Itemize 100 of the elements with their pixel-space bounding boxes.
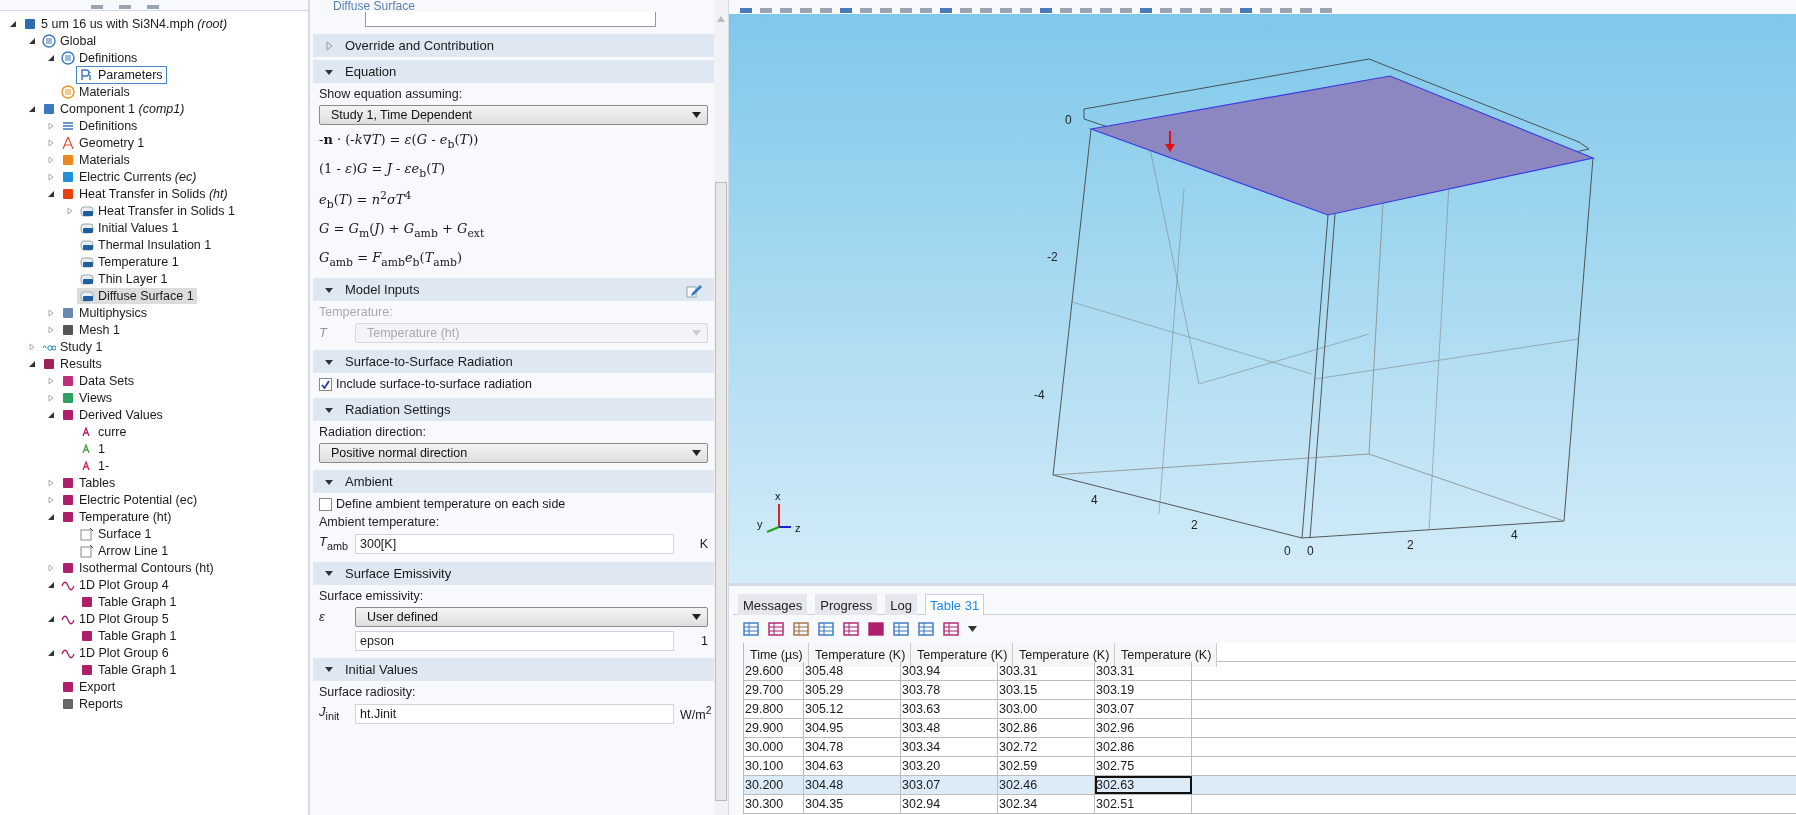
tree-item[interactable]: 1D Plot Group 4 [58,576,172,593]
table-tool-icon[interactable] [843,621,859,637]
scrollbar[interactable] [714,0,728,815]
tree-item[interactable]: Diffuse Surface 1 [77,287,197,304]
tree-item[interactable]: 1 [77,440,108,457]
tree-item[interactable]: Thin Layer 1 [77,270,171,287]
collapse-arrow-icon[interactable] [9,19,17,28]
collapse-arrow-icon[interactable] [47,512,55,521]
section-header[interactable]: Ambient [313,470,714,494]
scroll-up-arrow-icon[interactable] [717,16,725,22]
dropdown[interactable]: Positive normal direction [319,443,708,464]
tree-item[interactable]: Heat Transfer in Solids 1 [77,202,238,219]
tree-item[interactable]: Definitions [58,49,141,66]
tree-item[interactable]: Mesh 1 [58,321,123,338]
collapse-arrow-icon[interactable] [47,189,55,198]
toolbar-icon[interactable] [1319,8,1333,14]
column-header[interactable]: Temperature (K) [809,643,911,667]
toolbar-icon[interactable] [1139,8,1153,14]
collapse-arrow-icon[interactable] [28,36,36,45]
column-header[interactable]: Time (µs) [744,643,809,667]
table-tool-icon[interactable] [793,621,809,637]
table-tool-icon[interactable] [893,621,909,637]
tree-item[interactable]: Surface 1 [77,525,155,542]
toolbar-icon[interactable] [879,8,893,14]
section-header[interactable]: Model Inputs [313,278,714,302]
table-tool-icon[interactable] [768,621,784,637]
expand-arrow-icon[interactable] [66,206,74,215]
tree-item[interactable]: Thermal Insulation 1 [77,236,215,253]
highlighted-top-face[interactable] [1088,75,1596,216]
tree-item[interactable]: Electric Potential (ec) [58,491,201,508]
toolbar-icon[interactable] [799,8,813,14]
section-header[interactable]: Initial Values [313,657,714,681]
tree-item[interactable]: Table Graph 1 [77,661,180,678]
tree-item[interactable]: Views [58,389,116,406]
expand-arrow-icon[interactable] [47,376,55,385]
section-header[interactable]: Radiation Settings [313,398,714,422]
input-field[interactable]: epson [355,630,674,651]
tree-item[interactable]: Materials [58,83,133,100]
toolbar-icon[interactable] [819,8,833,14]
expand-arrow-icon[interactable] [47,138,55,147]
table-row[interactable]: 30.300 304.35 302.94 302.34 302.51 [744,795,1796,814]
toolbar-icon[interactable] [1099,8,1113,14]
input-field[interactable]: ht.Jinit [355,703,674,724]
toolbar-icon[interactable] [1019,8,1033,14]
scrollbar-thumb[interactable] [715,182,727,801]
toolbar-icon[interactable] [919,8,933,14]
table-row[interactable]: 30.200 304.48 303.07 302.46 302.63 [744,776,1796,795]
section-header[interactable]: Override and Contribution [313,34,714,57]
tree-item[interactable]: Export [58,678,119,695]
section-header[interactable]: Equation [313,60,714,83]
tree-item[interactable]: Materials [58,151,133,168]
table-row[interactable]: 29.900 304.95 303.48 302.86 302.96 [744,719,1796,738]
tree-item[interactable]: curre [77,423,130,440]
dropdown[interactable]: User defined [355,606,708,627]
expand-arrow-icon[interactable] [47,478,55,487]
panel-tab[interactable]: Log [885,594,917,615]
panel-tab[interactable]: Messages [738,594,808,615]
tree-item[interactable]: Reports [58,695,126,712]
toolbar-icon[interactable] [899,8,913,14]
expand-arrow-icon[interactable] [47,155,55,164]
tree-item[interactable]: Multiphysics [58,304,151,321]
toolbar-icon[interactable] [759,8,773,14]
toolbar-icon[interactable] [1159,8,1173,14]
tree-item[interactable]: Electric Currents (ec) [58,168,200,185]
tree-item[interactable]: Heat Transfer in Solids (ht) [58,185,231,202]
table-row[interactable]: 29.800 305.12 303.63 303.00 303.07 [744,700,1796,719]
table-tool-icon[interactable] [868,621,884,637]
toolbar-icon[interactable] [739,8,753,14]
toolbar-icon[interactable] [1259,8,1273,14]
dropdown-arrow-icon[interactable] [968,626,977,632]
tree-item[interactable]: Data Sets [58,372,137,389]
tree-item[interactable]: Global [39,32,100,49]
section-header[interactable]: Surface-to-Surface Radiation [313,350,714,374]
toolbar-icon[interactable] [1079,8,1093,14]
tree-item[interactable]: Parameters [77,66,166,83]
table-tool-icon[interactable] [943,621,959,637]
collapse-arrow-icon[interactable] [47,614,55,623]
table-row[interactable]: 30.000 304.78 303.34 302.72 302.86 [744,738,1796,757]
tree-item[interactable]: 1D Plot Group 6 [58,644,172,661]
dropdown[interactable]: Study 1, Time Dependent [319,105,708,125]
collapse-arrow-icon[interactable] [28,359,36,368]
toolbar-icon[interactable] [859,8,873,14]
tree-item[interactable]: Tables [58,474,119,491]
toolbar-icon[interactable] [1219,8,1233,14]
toolbar-icon[interactable] [1299,8,1313,14]
tree-item[interactable]: 1- [77,457,113,474]
collapse-arrow-icon[interactable] [47,410,55,419]
tree-item[interactable]: Definitions [58,117,141,134]
3d-box-view-drawing[interactable]: 0 -2 -4 4 2 0 0 2 4 x y z [729,14,1795,583]
toolbar-icon[interactable] [939,8,953,14]
table-tool-icon[interactable] [818,621,834,637]
toolbar-icon[interactable] [118,5,132,10]
column-header[interactable]: Temperature (K) [1013,643,1115,667]
tree-item[interactable]: Temperature (ht) [58,508,175,525]
toolbar-icon[interactable] [959,8,973,14]
collapse-arrow-icon[interactable] [47,53,55,62]
selection-list[interactable] [365,12,656,27]
expand-arrow-icon[interactable] [47,563,55,572]
panel-tab[interactable]: Progress [815,594,878,615]
tree-item[interactable]: Arrow Line 1 [77,542,172,559]
